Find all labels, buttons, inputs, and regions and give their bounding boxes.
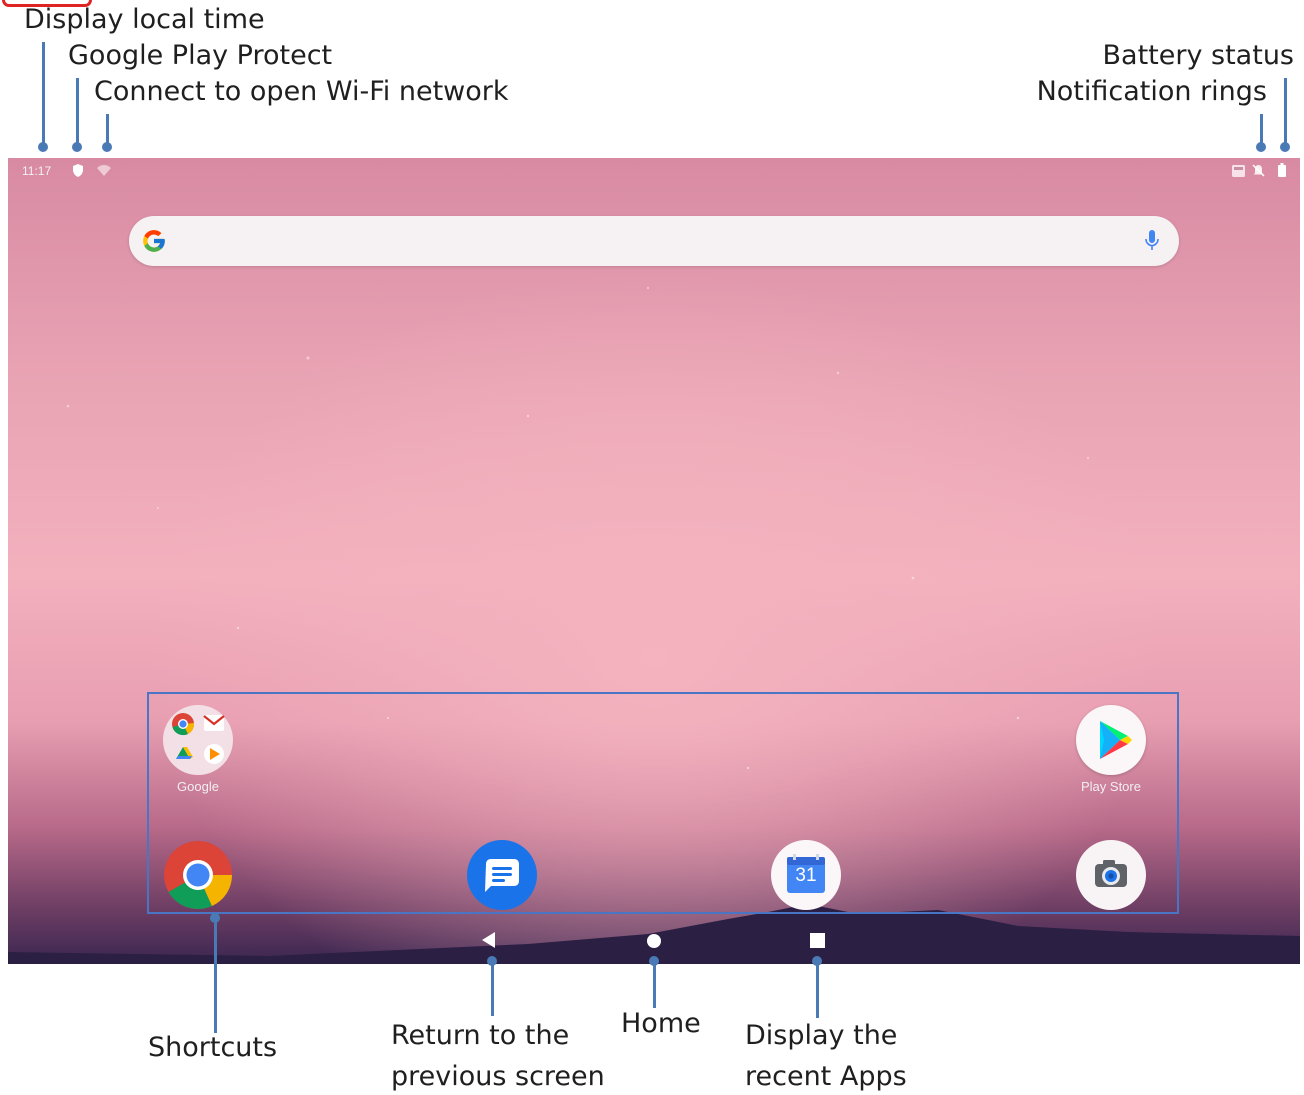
- callout-dot: [649, 956, 659, 966]
- callout-dot: [210, 913, 220, 923]
- callout-wifi: Connect to open Wi-Fi network: [94, 76, 509, 107]
- callout-line: [76, 78, 79, 146]
- callout-dot: [1256, 142, 1266, 152]
- battery-icon: [1278, 163, 1286, 177]
- callout-line: [42, 42, 45, 146]
- callout-dot: [72, 142, 82, 152]
- home-icon[interactable]: [646, 933, 662, 949]
- callout-line: [214, 915, 217, 1033]
- recents-icon[interactable]: [810, 933, 825, 948]
- wifi-icon: [97, 165, 111, 176]
- callout-local-time: Display local time: [24, 4, 265, 35]
- status-bar[interactable]: 11:17: [8, 158, 1300, 184]
- callout-play-protect: Google Play Protect: [68, 40, 333, 71]
- callout-battery: Battery status: [1102, 40, 1294, 71]
- google-search-bar[interactable]: [129, 216, 1179, 266]
- callout-dot: [812, 956, 822, 966]
- callout-dot: [38, 142, 48, 152]
- callout-dot: [1280, 142, 1290, 152]
- callout-line: [491, 958, 494, 1016]
- google-g-icon: [143, 230, 165, 252]
- notification-badge-icon: [1232, 165, 1245, 177]
- mic-icon[interactable]: [1145, 230, 1159, 252]
- callout-back-line1: Return to the: [391, 1020, 570, 1051]
- callout-line: [816, 958, 819, 1018]
- status-time: 11:17: [22, 164, 52, 178]
- callout-home: Home: [621, 1008, 701, 1039]
- callout-dot: [487, 956, 497, 966]
- back-icon[interactable]: [482, 932, 496, 948]
- callout-recent-line2: recent Apps: [745, 1061, 907, 1092]
- callout-dot: [102, 142, 112, 152]
- callout-recent-line1: Display the: [745, 1020, 898, 1051]
- callout-shortcuts: Shortcuts: [148, 1032, 278, 1063]
- callout-back-line2: previous screen: [391, 1061, 605, 1092]
- mute-icon: [1252, 164, 1265, 177]
- callout-notification: Notification rings: [1036, 76, 1267, 107]
- shortcuts-highlight-box: [147, 692, 1179, 914]
- callout-line: [1284, 78, 1287, 146]
- shield-icon: [73, 164, 83, 177]
